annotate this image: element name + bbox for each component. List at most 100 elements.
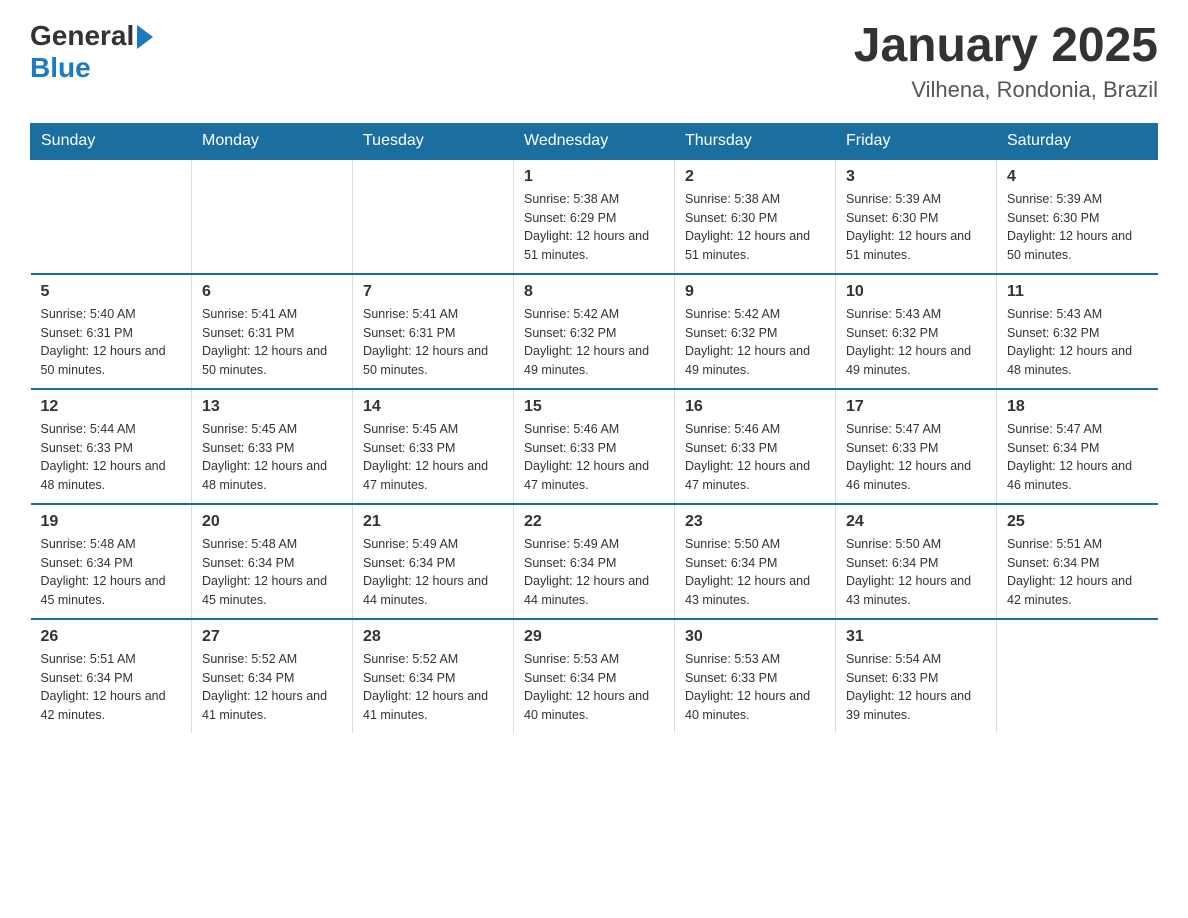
calendar-cell: 21 Sunrise: 5:49 AM Sunset: 6:34 PM Dayli… (353, 504, 514, 619)
calendar-cell: 27 Sunrise: 5:52 AM Sunset: 6:34 PM Dayli… (192, 619, 353, 733)
calendar-cell: 22Sunrise: 5:49 AM Sunset: 6:34 PM Dayli… (514, 504, 675, 619)
day-number: 9 (685, 283, 825, 301)
calendar-title: January 2025 (854, 20, 1158, 73)
day-info: Sunrise: 5:53 AM Sunset: 6:33 PM Dayligh… (685, 650, 825, 725)
calendar-cell: 3Sunrise: 5:39 AM Sunset: 6:30 PM Daylig… (836, 159, 997, 274)
day-info: Sunrise: 5:47 AM Sunset: 6:33 PM Dayligh… (846, 420, 986, 495)
day-info: Sunrise: 5:48 AM Sunset: 6:34 PM Dayligh… (41, 535, 182, 610)
calendar-title-block: January 2025 Vilhena, Rondonia, Brazil (854, 20, 1158, 103)
day-info: Sunrise: 5:49 AM Sunset: 6:34 PM Dayligh… (363, 535, 503, 610)
calendar-cell: 14 Sunrise: 5:45 AM Sunset: 6:33 PM Dayli… (353, 389, 514, 504)
day-number: 14 (363, 398, 503, 416)
day-number: 28 (363, 628, 503, 646)
day-number: 13 (202, 398, 342, 416)
calendar-header-row: SundayMondayTuesdayWednesdayThursdayFrid… (31, 123, 1158, 159)
day-number: 26 (41, 628, 182, 646)
day-info: Sunrise: 5:52 AM Sunset: 6:34 PM Dayligh… (363, 650, 503, 725)
day-info: Sunrise: 5:43 AM Sunset: 6:32 PM Dayligh… (1007, 305, 1148, 380)
calendar-cell: 26 Sunrise: 5:51 AM Sunset: 6:34 PM Dayli… (31, 619, 192, 733)
page-header: General Blue January 2025 Vilhena, Rondo… (30, 20, 1158, 103)
calendar-cell: 18Sunrise: 5:47 AM Sunset: 6:34 PM Dayli… (997, 389, 1158, 504)
calendar-cell: 15 Sunrise: 5:46 AM Sunset: 6:33 PM Dayli… (514, 389, 675, 504)
calendar-cell: 31 Sunrise: 5:54 AM Sunset: 6:33 PM Dayli… (836, 619, 997, 733)
day-info: Sunrise: 5:51 AM Sunset: 6:34 PM Dayligh… (1007, 535, 1148, 610)
calendar-cell: 9 Sunrise: 5:42 AM Sunset: 6:32 PM Daylig… (675, 274, 836, 389)
day-number: 19 (41, 513, 182, 531)
calendar-cell: 25 Sunrise: 5:51 AM Sunset: 6:34 PM Dayli… (997, 504, 1158, 619)
calendar-week-row: 26 Sunrise: 5:51 AM Sunset: 6:34 PM Dayli… (31, 619, 1158, 733)
calendar-cell: 23 Sunrise: 5:50 AM Sunset: 6:34 PM Dayli… (675, 504, 836, 619)
day-number: 1 (524, 168, 664, 186)
day-info: Sunrise: 5:42 AM Sunset: 6:32 PM Dayligh… (524, 305, 664, 380)
day-info: Sunrise: 5:41 AM Sunset: 6:31 PM Dayligh… (202, 305, 342, 380)
day-number: 20 (202, 513, 342, 531)
calendar-cell: 4Sunrise: 5:39 AM Sunset: 6:30 PM Daylig… (997, 159, 1158, 274)
day-info: Sunrise: 5:42 AM Sunset: 6:32 PM Dayligh… (685, 305, 825, 380)
day-info: Sunrise: 5:54 AM Sunset: 6:33 PM Dayligh… (846, 650, 986, 725)
day-info: Sunrise: 5:48 AM Sunset: 6:34 PM Dayligh… (202, 535, 342, 610)
day-info: Sunrise: 5:43 AM Sunset: 6:32 PM Dayligh… (846, 305, 986, 380)
day-info: Sunrise: 5:41 AM Sunset: 6:31 PM Dayligh… (363, 305, 503, 380)
logo: General Blue (30, 20, 153, 84)
day-number: 2 (685, 168, 825, 186)
day-number: 23 (685, 513, 825, 531)
logo-blue-text: Blue (30, 52, 91, 84)
day-number: 24 (846, 513, 986, 531)
column-header-monday: Monday (192, 123, 353, 159)
day-info: Sunrise: 5:45 AM Sunset: 6:33 PM Dayligh… (202, 420, 342, 495)
day-number: 10 (846, 283, 986, 301)
calendar-cell: 16Sunrise: 5:46 AM Sunset: 6:33 PM Dayli… (675, 389, 836, 504)
column-header-saturday: Saturday (997, 123, 1158, 159)
calendar-cell: 28 Sunrise: 5:52 AM Sunset: 6:34 PM Dayli… (353, 619, 514, 733)
calendar-cell (31, 159, 192, 274)
day-info: Sunrise: 5:51 AM Sunset: 6:34 PM Dayligh… (41, 650, 182, 725)
day-info: Sunrise: 5:53 AM Sunset: 6:34 PM Dayligh… (524, 650, 664, 725)
day-number: 5 (41, 283, 182, 301)
logo-general-text: General (30, 20, 134, 52)
calendar-cell: 1Sunrise: 5:38 AM Sunset: 6:29 PM Daylig… (514, 159, 675, 274)
calendar-cell (192, 159, 353, 274)
column-header-friday: Friday (836, 123, 997, 159)
day-number: 21 (363, 513, 503, 531)
calendar-cell: 17 Sunrise: 5:47 AM Sunset: 6:33 PM Dayli… (836, 389, 997, 504)
calendar-cell: 6 Sunrise: 5:41 AM Sunset: 6:31 PM Daylig… (192, 274, 353, 389)
day-info: Sunrise: 5:50 AM Sunset: 6:34 PM Dayligh… (685, 535, 825, 610)
calendar-week-row: 5 Sunrise: 5:40 AM Sunset: 6:31 PM Daylig… (31, 274, 1158, 389)
day-number: 17 (846, 398, 986, 416)
day-info: Sunrise: 5:50 AM Sunset: 6:34 PM Dayligh… (846, 535, 986, 610)
calendar-cell (353, 159, 514, 274)
day-info: Sunrise: 5:44 AM Sunset: 6:33 PM Dayligh… (41, 420, 182, 495)
calendar-week-row: 12 Sunrise: 5:44 AM Sunset: 6:33 PM Dayli… (31, 389, 1158, 504)
column-header-thursday: Thursday (675, 123, 836, 159)
calendar-week-row: 19 Sunrise: 5:48 AM Sunset: 6:34 PM Dayli… (31, 504, 1158, 619)
day-info: Sunrise: 5:46 AM Sunset: 6:33 PM Dayligh… (685, 420, 825, 495)
calendar-cell: 30 Sunrise: 5:53 AM Sunset: 6:33 PM Dayli… (675, 619, 836, 733)
calendar-cell: 24 Sunrise: 5:50 AM Sunset: 6:34 PM Dayli… (836, 504, 997, 619)
day-number: 22 (524, 513, 664, 531)
day-number: 4 (1007, 168, 1148, 186)
calendar-cell: 5 Sunrise: 5:40 AM Sunset: 6:31 PM Daylig… (31, 274, 192, 389)
column-header-wednesday: Wednesday (514, 123, 675, 159)
day-info: Sunrise: 5:40 AM Sunset: 6:31 PM Dayligh… (41, 305, 182, 380)
day-number: 25 (1007, 513, 1148, 531)
day-number: 29 (524, 628, 664, 646)
day-number: 12 (41, 398, 182, 416)
day-info: Sunrise: 5:45 AM Sunset: 6:33 PM Dayligh… (363, 420, 503, 495)
calendar-cell: 29 Sunrise: 5:53 AM Sunset: 6:34 PM Dayli… (514, 619, 675, 733)
day-number: 11 (1007, 283, 1148, 301)
day-info: Sunrise: 5:52 AM Sunset: 6:34 PM Dayligh… (202, 650, 342, 725)
calendar-cell: 8Sunrise: 5:42 AM Sunset: 6:32 PM Daylig… (514, 274, 675, 389)
day-info: Sunrise: 5:38 AM Sunset: 6:30 PM Dayligh… (685, 190, 825, 265)
day-number: 31 (846, 628, 986, 646)
day-number: 27 (202, 628, 342, 646)
calendar-table: SundayMondayTuesdayWednesdayThursdayFrid… (30, 123, 1158, 733)
logo-triangle-icon (137, 25, 153, 49)
calendar-cell: 2 Sunrise: 5:38 AM Sunset: 6:30 PM Daylig… (675, 159, 836, 274)
column-header-sunday: Sunday (31, 123, 192, 159)
calendar-cell: 12 Sunrise: 5:44 AM Sunset: 6:33 PM Dayli… (31, 389, 192, 504)
day-number: 30 (685, 628, 825, 646)
day-info: Sunrise: 5:46 AM Sunset: 6:33 PM Dayligh… (524, 420, 664, 495)
calendar-cell: 11 Sunrise: 5:43 AM Sunset: 6:32 PM Dayli… (997, 274, 1158, 389)
day-number: 6 (202, 283, 342, 301)
day-number: 15 (524, 398, 664, 416)
